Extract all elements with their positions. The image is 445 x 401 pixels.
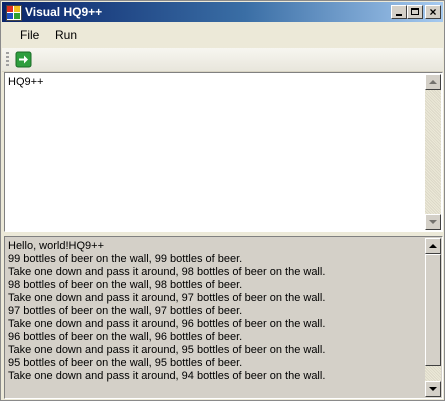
output-line: Take one down and pass it around, 97 bot… bbox=[8, 292, 326, 304]
output-scroll-thumb[interactable] bbox=[425, 254, 441, 366]
close-button[interactable]: × bbox=[425, 5, 441, 19]
scroll-up-icon bbox=[429, 244, 437, 248]
output-line: Take one down and pass it around, 98 bot… bbox=[8, 266, 326, 278]
output-pane[interactable]: Hello, world!HQ9++ 99 bottles of beer on … bbox=[4, 236, 443, 399]
minimize-button[interactable] bbox=[391, 5, 407, 19]
minimize-icon bbox=[396, 14, 402, 16]
output-scroll-up-button[interactable] bbox=[425, 238, 441, 254]
output-line: Take one down and pass it around, 96 bot… bbox=[8, 318, 326, 330]
output-line: 96 bottles of beer on the wall, 96 bottl… bbox=[8, 331, 243, 343]
output-line: Hello, world!HQ9++ bbox=[8, 240, 104, 252]
output-line: Take one down and pass it around, 95 bot… bbox=[8, 344, 326, 356]
output-text: Hello, world!HQ9++ 99 bottles of beer on … bbox=[8, 240, 422, 396]
output-line: Take one down and pass it around, 94 bot… bbox=[8, 370, 326, 382]
green-arrow-run-icon bbox=[15, 51, 32, 68]
app-icon[interactable] bbox=[6, 5, 22, 21]
editor-scroll-up-button[interactable] bbox=[425, 74, 441, 90]
title-bar[interactable]: Visual HQ9++ × bbox=[2, 2, 443, 22]
scroll-up-icon bbox=[429, 80, 437, 84]
output-line: 95 bottles of beer on the wall, 95 bottl… bbox=[8, 357, 243, 369]
toolbar-grip[interactable] bbox=[6, 52, 9, 67]
scroll-down-icon bbox=[429, 220, 437, 224]
window-title: Visual HQ9++ bbox=[25, 5, 103, 19]
output-scrollbar[interactable] bbox=[425, 238, 441, 397]
toolbar bbox=[2, 48, 443, 72]
output-line: 97 bottles of beer on the wall, 97 bottl… bbox=[8, 305, 243, 317]
menu-file[interactable]: File bbox=[16, 28, 43, 42]
editor-scrollbar[interactable] bbox=[425, 74, 441, 230]
close-icon: × bbox=[429, 5, 437, 19]
editor-scroll-down-button[interactable] bbox=[425, 214, 441, 230]
code-editor-text[interactable]: HQ9++ bbox=[8, 76, 422, 89]
output-line: 98 bottles of beer on the wall, 98 bottl… bbox=[8, 279, 243, 291]
run-button[interactable] bbox=[15, 51, 32, 68]
menu-run[interactable]: Run bbox=[51, 28, 81, 42]
maximize-button[interactable] bbox=[407, 5, 423, 19]
code-editor[interactable]: HQ9++ bbox=[4, 72, 443, 232]
menu-bar: File Run bbox=[2, 23, 443, 47]
scroll-down-icon bbox=[429, 387, 437, 391]
output-line: 99 bottles of beer on the wall, 99 bottl… bbox=[8, 253, 243, 265]
maximize-icon bbox=[411, 8, 419, 15]
output-scroll-down-button[interactable] bbox=[425, 381, 441, 397]
app-window: Visual HQ9++ × File Run HQ9++ Hello, wor… bbox=[0, 0, 445, 401]
